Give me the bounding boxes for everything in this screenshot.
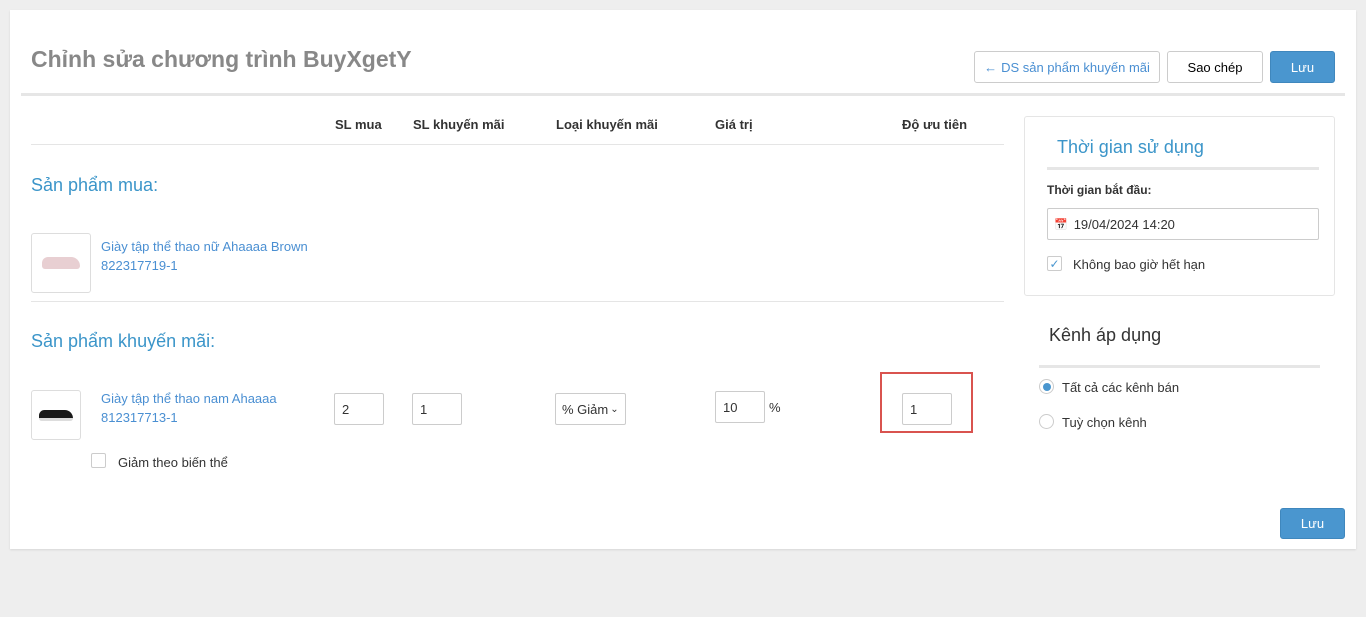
divider bbox=[1039, 365, 1320, 368]
back-to-list-button[interactable]: ← DS sản phẩm khuyến mãi bbox=[974, 51, 1160, 83]
radio-all-channels[interactable] bbox=[1039, 379, 1054, 394]
never-expire-label: Không bao giờ hết hạn bbox=[1073, 257, 1206, 272]
start-time-label: Thời gian bắt đầu: bbox=[1047, 183, 1152, 197]
col-priority: Độ ưu tiên bbox=[902, 117, 968, 132]
footer-save-button[interactable]: Lưu bbox=[1280, 508, 1345, 539]
never-expire-checkbox[interactable]: ✓ bbox=[1047, 256, 1062, 271]
buy-product-link[interactable]: Giày tập thể thao nữ Ahaaaa Brown 8223177… bbox=[101, 237, 308, 275]
promo-product-image bbox=[31, 390, 81, 440]
check-icon: ✓ bbox=[1049, 256, 1060, 271]
arrow-left-icon: ← bbox=[984, 59, 998, 75]
calendar-icon: 📅 bbox=[1054, 218, 1068, 231]
variant-checkbox[interactable] bbox=[91, 453, 106, 468]
chevron-down-icon: ⌄ bbox=[610, 403, 619, 415]
shoe-icon bbox=[39, 409, 73, 421]
radio-all-channels-label: Tất cả các kênh bán bbox=[1062, 380, 1180, 395]
shoe-icon bbox=[42, 257, 80, 269]
col-buy-qty: SL mua bbox=[335, 117, 382, 132]
divider bbox=[1047, 167, 1319, 170]
col-promo-type: Loại khuyến mãi bbox=[556, 117, 658, 132]
page-title: Chỉnh sửa chương trình BuyXgetY bbox=[31, 46, 412, 72]
divider bbox=[31, 301, 1004, 302]
buy-section-title: Sản phẩm mua: bbox=[31, 175, 159, 195]
col-promo-qty: SL khuyến mãi bbox=[413, 117, 505, 132]
save-button[interactable]: Lưu bbox=[1270, 51, 1335, 83]
radio-custom-channel[interactable] bbox=[1039, 414, 1054, 429]
header-divider bbox=[21, 93, 1345, 96]
time-title: Thời gian sử dụng bbox=[1057, 137, 1204, 157]
divider bbox=[31, 144, 1004, 145]
value-unit: % bbox=[769, 400, 781, 415]
promo-type-select[interactable]: % Giảm ⌄ bbox=[555, 393, 626, 425]
col-value: Giá trị bbox=[715, 117, 753, 132]
promo-qty-input[interactable] bbox=[412, 393, 462, 425]
promo-product-link[interactable]: Giày tập thể thao nam Ahaaaa 812317713-1 bbox=[101, 389, 277, 427]
priority-input[interactable] bbox=[902, 393, 952, 425]
copy-button[interactable]: Sao chép bbox=[1167, 51, 1263, 83]
channel-title: Kênh áp dụng bbox=[1049, 325, 1162, 345]
radio-custom-channel-label: Tuỳ chọn kênh bbox=[1062, 415, 1147, 430]
variant-label: Giảm theo biến thể bbox=[118, 455, 228, 470]
promo-section-title: Sản phẩm khuyến mãi: bbox=[31, 331, 216, 351]
buy-qty-input[interactable] bbox=[334, 393, 384, 425]
start-time-input[interactable]: 📅 19/04/2024 14:20 bbox=[1047, 208, 1319, 240]
value-input[interactable] bbox=[715, 391, 765, 423]
buy-product-image bbox=[31, 233, 91, 293]
